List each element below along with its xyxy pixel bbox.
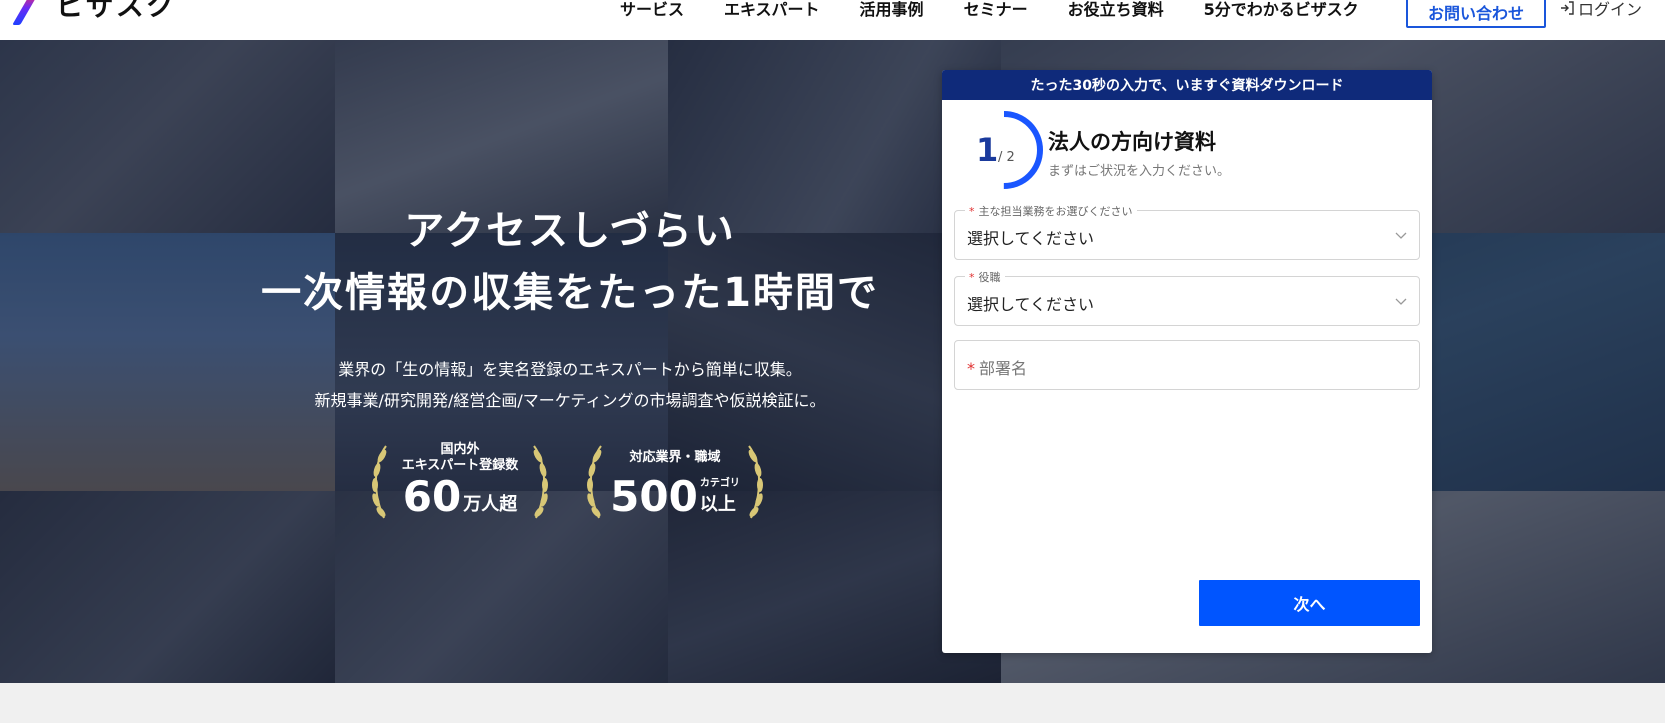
badge-expert-label-line1: 国内外 bbox=[440, 442, 480, 457]
main-nav: サービス エキスパート 活用事例 セミナー お役立ち資料 5分でわかるビザスク bbox=[620, 0, 1359, 20]
badge-expert-label: 国内外 エキスパート登録数 bbox=[390, 442, 530, 474]
form-banner: たった30秒の入力で、いますぐ資料ダウンロード bbox=[942, 70, 1432, 100]
hero-title-line1: アクセスしづらい bbox=[404, 208, 736, 254]
hero-title-line2: 一次情報の収集をたった1時間で bbox=[261, 270, 879, 316]
badge-category-unit-small: カテゴリ bbox=[699, 478, 740, 489]
form-description: まずはご状況を入力ください。 bbox=[1048, 164, 1231, 179]
badge-expert-unit: 万人超 bbox=[463, 494, 518, 515]
form-title: 法人の方向け資料 bbox=[1048, 130, 1216, 154]
department-placeholder: * 部署名 bbox=[967, 355, 1027, 379]
download-form-card: たった30秒の入力で、いますぐ資料ダウンロード 1 / 2 法人の方向け資料 ま… bbox=[942, 70, 1432, 653]
badge-expert-count: 国内外 エキスパート登録数 60 万人超 bbox=[360, 438, 560, 528]
step-total: / 2 bbox=[998, 150, 1015, 165]
nav-item-service[interactable]: サービス bbox=[620, 0, 684, 20]
chevron-down-icon bbox=[1395, 232, 1407, 239]
logo-text: ビザスク bbox=[56, 0, 176, 22]
required-mark: * bbox=[969, 271, 975, 284]
job-function-label: * 主な担当業務をお選びください bbox=[965, 203, 1137, 219]
position-value: 選択してください bbox=[967, 295, 1095, 314]
badge-category-unit: カテゴリ 以上 bbox=[700, 478, 740, 516]
logo-mark-icon bbox=[18, 0, 48, 17]
badge-expert-value: 60 万人超 bbox=[360, 476, 560, 518]
job-function-value: 選択してください bbox=[967, 229, 1095, 248]
job-function-label-text: 主な担当業務をお選びください bbox=[978, 205, 1133, 218]
contact-button[interactable]: お問い合わせ bbox=[1406, 0, 1546, 28]
badge-expert-label-line2: エキスパート登録数 bbox=[401, 458, 519, 473]
nav-item-seminar[interactable]: セミナー bbox=[964, 0, 1028, 20]
nav-item-expert[interactable]: エキスパート bbox=[724, 0, 820, 20]
hero-subtitle: 業界の「生の情報」を実名登録のエキスパートから簡単に収集。 新規事業/研究開発/… bbox=[240, 354, 900, 416]
step-current: 1 bbox=[976, 131, 999, 169]
badge-category-unit-main: 以上 bbox=[699, 494, 736, 515]
nav-item-case-study[interactable]: 活用事例 bbox=[860, 0, 924, 20]
hero-sub-line2: 新規事業/研究開発/経営企画/マーケティングの市場調査や仮説検証に。 bbox=[314, 391, 826, 410]
stats-badges: 国内外 エキスパート登録数 60 万人超 対応業界・職域 500 カテゴリ 以上 bbox=[360, 438, 780, 528]
badge-category-number: 500 bbox=[610, 472, 698, 521]
badge-category-count: 対応業界・職域 500 カテゴリ 以上 bbox=[575, 438, 775, 528]
hero-title: アクセスしづらい 一次情報の収集をたった1時間で bbox=[240, 200, 900, 324]
hero-copy: アクセスしづらい 一次情報の収集をたった1時間で 業界の「生の情報」を実名登録の… bbox=[240, 200, 900, 416]
chevron-down-icon bbox=[1395, 298, 1407, 305]
site-header: ビザスク サービス エキスパート 活用事例 セミナー お役立ち資料 5分でわかる… bbox=[0, 0, 1665, 40]
login-icon bbox=[1561, 1, 1574, 15]
login-link[interactable]: ログイン bbox=[1560, 0, 1642, 20]
position-select[interactable]: * 役職 選択してください bbox=[954, 269, 1420, 326]
next-button[interactable]: 次へ bbox=[1199, 580, 1420, 626]
required-mark: * bbox=[969, 205, 975, 218]
badge-category-value: 500 カテゴリ 以上 bbox=[575, 476, 775, 518]
job-function-select[interactable]: * 主な担当業務をお選びください 選択してください bbox=[954, 203, 1420, 260]
nav-item-overview[interactable]: 5分でわかるビザスク bbox=[1204, 0, 1359, 20]
position-label-text: 役職 bbox=[978, 271, 1001, 284]
required-mark: * bbox=[967, 359, 975, 378]
badge-category-label: 対応業界・職域 bbox=[629, 450, 721, 465]
logo[interactable]: ビザスク bbox=[18, 0, 176, 22]
nav-item-resources[interactable]: お役立ち資料 bbox=[1068, 0, 1164, 20]
department-input[interactable]: * 部署名 bbox=[954, 340, 1420, 390]
department-placeholder-text: 部署名 bbox=[979, 359, 1028, 378]
position-label: * 役職 bbox=[965, 269, 1005, 285]
hero-sub-line1: 業界の「生の情報」を実名登録のエキスパートから簡単に収集。 bbox=[338, 360, 802, 379]
badge-expert-number: 60 bbox=[402, 472, 462, 521]
login-label: ログイン bbox=[1578, 0, 1643, 19]
